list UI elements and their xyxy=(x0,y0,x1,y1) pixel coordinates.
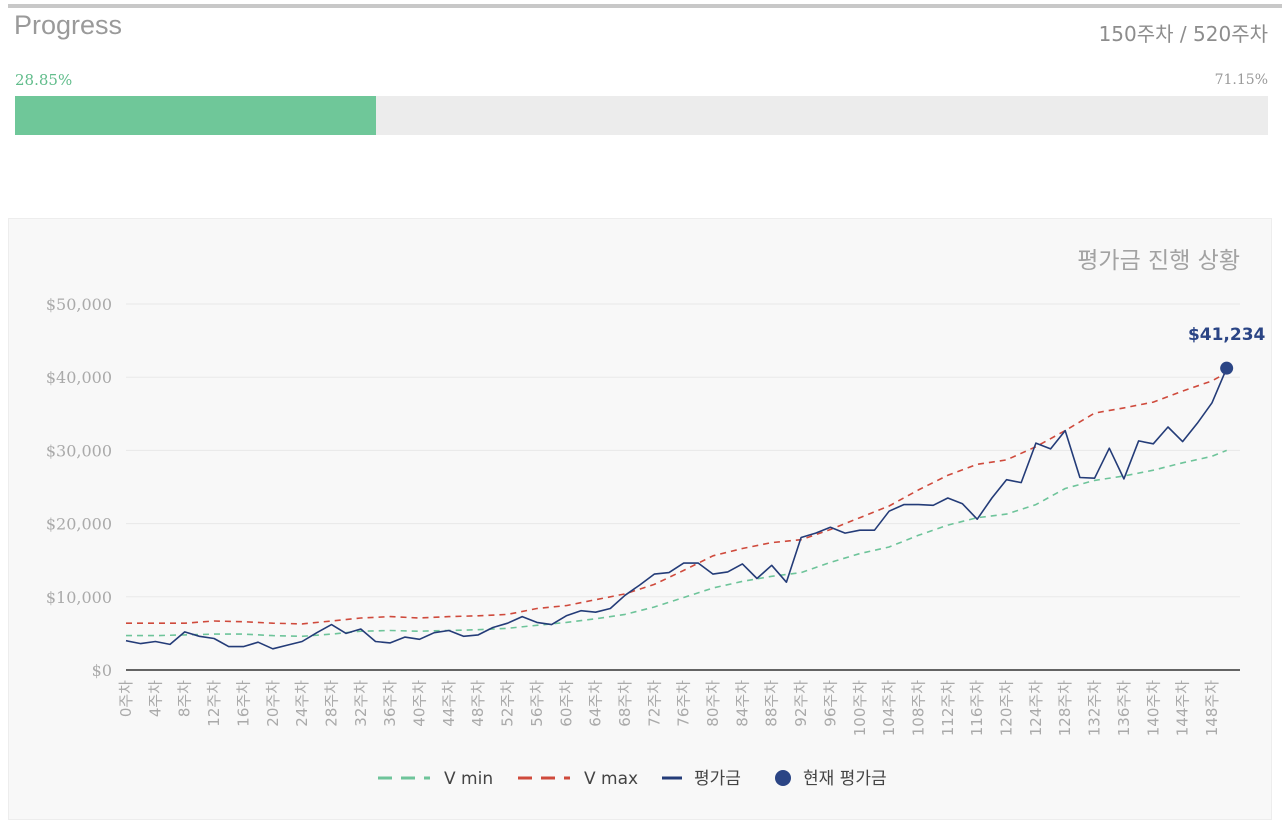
x-tick-label: 96주차 xyxy=(821,680,839,727)
x-tick-label: 20주차 xyxy=(264,680,282,727)
x-tick-label: 128주차 xyxy=(1056,680,1074,736)
legend-valuation-label: 평가금 xyxy=(694,769,741,789)
y-tick-label: $30,000 xyxy=(46,441,112,460)
current-value-point xyxy=(1220,361,1234,375)
y-tick-label: $50,000 xyxy=(46,295,112,314)
x-tick-label: 148주차 xyxy=(1203,680,1221,736)
x-tick-label: 100주차 xyxy=(851,680,869,736)
y-tick-label: $20,000 xyxy=(46,515,112,534)
x-tick-label: 0주차 xyxy=(117,680,135,717)
vmax-series-line xyxy=(126,372,1228,625)
x-tick-label: 48주차 xyxy=(469,680,487,727)
x-tick-label: 68주차 xyxy=(616,680,634,727)
x-tick-label: 116주차 xyxy=(968,680,986,736)
x-tick-label: 32주차 xyxy=(352,680,370,727)
x-tick-label: 64주차 xyxy=(587,680,605,727)
x-tick-label: 36주차 xyxy=(381,680,399,727)
legend-current-valuation-marker xyxy=(775,770,791,786)
x-tick-label: 8주차 xyxy=(176,680,194,717)
y-tick-label: $0 xyxy=(92,661,112,680)
chart-title: 평가금 진행 상황 xyxy=(1077,248,1240,274)
x-tick-label: 104주차 xyxy=(880,680,898,736)
legend-vmin-label: V min xyxy=(444,769,493,789)
x-tick-label: 140주차 xyxy=(1144,680,1162,736)
x-tick-label: 16주차 xyxy=(234,680,252,727)
x-tick-label: 12주차 xyxy=(205,680,223,727)
x-tick-label: 4주차 xyxy=(146,680,164,717)
x-tick-label: 40주차 xyxy=(411,680,429,727)
x-tick-label: 84주차 xyxy=(733,680,751,727)
x-tick-label: 92주차 xyxy=(792,680,810,727)
x-tick-label: 120주차 xyxy=(998,680,1016,736)
x-tick-label: 144주차 xyxy=(1174,680,1192,736)
x-tick-label: 132주차 xyxy=(1086,680,1104,736)
x-tick-label: 52주차 xyxy=(499,680,517,727)
x-tick-label: 44주차 xyxy=(440,680,458,727)
x-tick-label: 108주차 xyxy=(909,680,927,736)
x-tick-label: 80주차 xyxy=(704,680,722,727)
valuation-chart: 평가금 진행 상황 $0 $10,000 $20,000 $30,000 $40,000 $… xyxy=(46,248,1266,789)
legend-current-valuation-label: 현재 평가금 xyxy=(803,769,887,789)
x-tick-label: 124주차 xyxy=(1027,680,1045,736)
x-tick-label: 28주차 xyxy=(322,680,340,727)
vmin-series-line xyxy=(126,449,1227,638)
legend-vmax-label: V max xyxy=(584,769,638,789)
x-tick-label: 136주차 xyxy=(1115,680,1133,736)
y-tick-label: $10,000 xyxy=(46,588,112,607)
x-tick-label: 72주차 xyxy=(645,680,663,727)
x-tick-label: 76주차 xyxy=(675,680,693,727)
x-tick-label: 88주차 xyxy=(763,680,781,727)
x-tick-label: 112주차 xyxy=(939,680,957,736)
y-tick-label: $40,000 xyxy=(46,368,112,387)
x-tick-label: 24주차 xyxy=(293,680,311,727)
valuation-series-line xyxy=(125,367,1228,650)
x-tick-label: 56주차 xyxy=(528,680,546,727)
current-value-label: $41,234 xyxy=(1188,325,1266,345)
x-tick-label: 60주차 xyxy=(557,680,575,727)
